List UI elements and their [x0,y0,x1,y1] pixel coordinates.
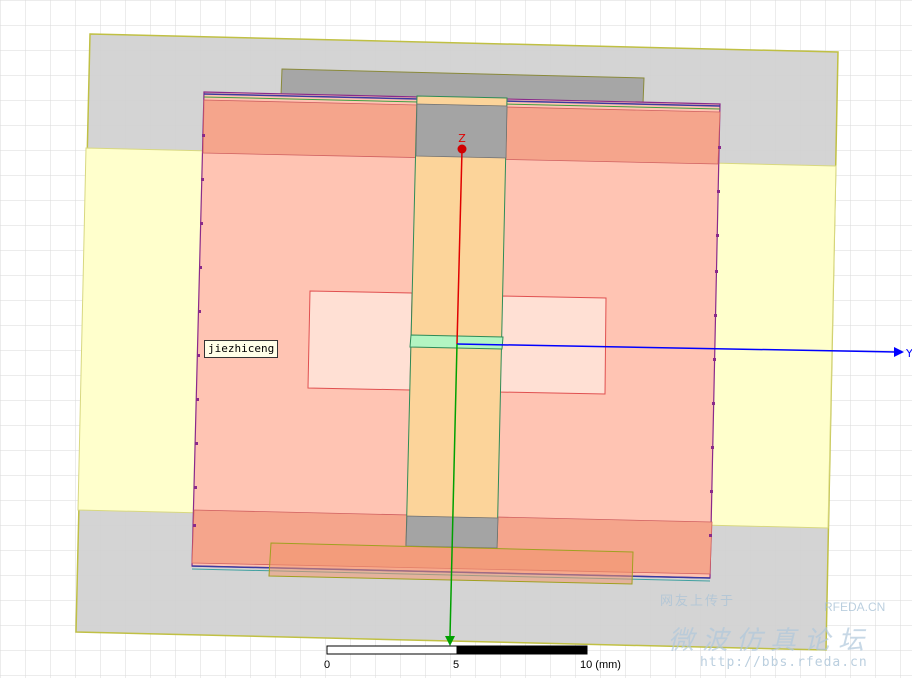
watermark-uploaded-by: 网友上传于 [660,594,736,609]
scale-bar [326,645,588,655]
watermark-brand: RFEDA.CN [824,600,886,614]
object-label-jiezhiceng[interactable]: jiezhiceng [204,340,279,358]
z-axis-label: Z [458,132,466,145]
model-canvas[interactable]: Z Y [0,0,912,678]
left-slot[interactable] [307,290,413,391]
3d-modeler-viewport[interactable]: Z Y jiezhiceng 0 5 10 (mm) 网友上传于 RFEDA.C… [0,0,912,678]
watermark-title: 微波仿真论坛 [668,626,873,656]
z-axis-head [457,144,467,154]
scale-tick-0: 0 [324,659,331,671]
watermark-url: http://bbs.rfeda.cn [700,655,868,670]
scale-tick-5: 5 [453,659,460,671]
feed-strip[interactable] [405,95,508,549]
scale-tick-10: 10 (mm) [580,659,621,671]
y-axis-label: Y [905,347,912,360]
